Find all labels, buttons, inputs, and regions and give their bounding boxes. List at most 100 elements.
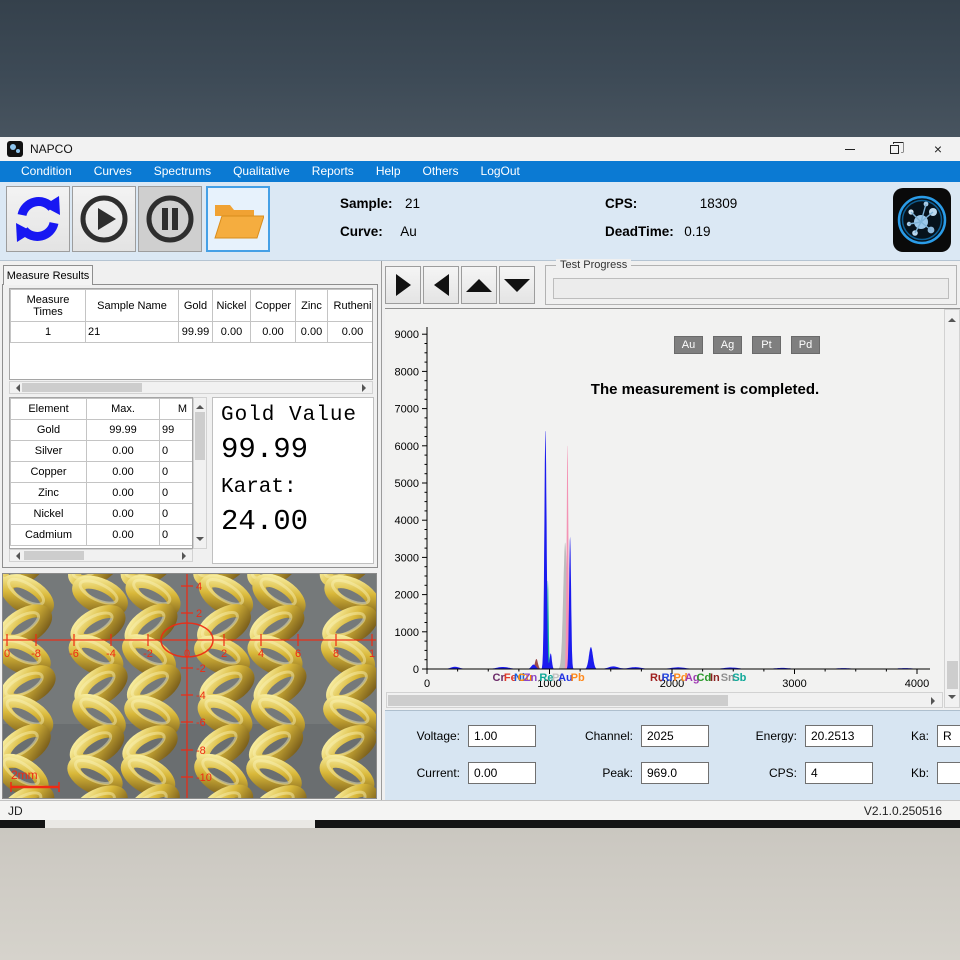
element-table: ElementMax.MGold99.9999Silver0.000Copper… bbox=[9, 397, 193, 549]
nav-down-button[interactable] bbox=[499, 266, 535, 304]
menu-item-qualitative[interactable]: Qualitative bbox=[222, 161, 301, 182]
cps-label: CPS: bbox=[605, 196, 637, 211]
test-progress-label: Test Progress bbox=[556, 259, 631, 271]
deadtime-block: DeadTime: 0.19 bbox=[605, 223, 711, 241]
menu-item-logout[interactable]: LogOut bbox=[470, 161, 531, 182]
field-input-ka[interactable]: R bbox=[937, 725, 960, 747]
deadtime-value: 0.19 bbox=[684, 224, 710, 239]
field-label-channel: Channel: bbox=[563, 729, 633, 743]
table-row[interactable]: Cadmium0.000 bbox=[11, 525, 194, 546]
menu-item-curves[interactable]: Curves bbox=[83, 161, 143, 182]
x-tick-label: 0 bbox=[424, 678, 430, 690]
field-input-voltage[interactable]: 1.00 bbox=[468, 725, 536, 747]
legend-button-au[interactable]: Au bbox=[674, 336, 703, 354]
element-cell: Copper bbox=[11, 462, 87, 483]
table-row[interactable]: Nickel0.000 bbox=[11, 504, 194, 525]
crosshair-h-label: 4 bbox=[258, 648, 264, 660]
element-header-row: ElementMax.M bbox=[11, 399, 194, 420]
y-tick-label: 0 bbox=[413, 664, 419, 676]
pause-button[interactable] bbox=[138, 186, 202, 252]
element-vscrollbar[interactable] bbox=[193, 397, 207, 549]
menu-item-spectrums[interactable]: Spectrums bbox=[143, 161, 222, 182]
results-hscrollbar[interactable] bbox=[9, 381, 373, 394]
results-col-header[interactable]: Sample Name bbox=[86, 290, 179, 322]
legend-button-pt[interactable]: Pt bbox=[752, 336, 781, 354]
results-col-header[interactable]: Gold bbox=[179, 290, 213, 322]
chart-vscrollbar[interactable] bbox=[944, 309, 960, 708]
legend-button-pd[interactable]: Pd bbox=[791, 336, 820, 354]
y-tick-label: 4000 bbox=[395, 515, 419, 527]
results-cell: 99.99 bbox=[179, 322, 213, 343]
element-cell: Gold bbox=[11, 420, 87, 441]
results-col-header[interactable]: Measure Times bbox=[11, 290, 86, 322]
test-progress-group: Test Progress bbox=[545, 265, 957, 305]
table-row[interactable]: Copper0.000 bbox=[11, 462, 194, 483]
desktop: NAPCO × ConditionCurvesSpectrumsQualitat… bbox=[0, 0, 960, 960]
molecule-icon bbox=[893, 188, 951, 252]
karat-label: Karat: bbox=[221, 476, 369, 499]
nav-left-button[interactable] bbox=[423, 266, 459, 304]
menu-item-reports[interactable]: Reports bbox=[301, 161, 365, 182]
menu-item-help[interactable]: Help bbox=[365, 161, 412, 182]
play-button[interactable] bbox=[72, 186, 136, 252]
panel-divider bbox=[381, 261, 382, 800]
y-tick-label: 8000 bbox=[395, 366, 419, 378]
nav-right-button[interactable] bbox=[385, 266, 421, 304]
taskbar-edge-light bbox=[45, 820, 315, 828]
deadtime-label: DeadTime: bbox=[605, 224, 674, 239]
crosshair-h-label: -6 bbox=[69, 648, 79, 660]
results-cell: 0.00 bbox=[328, 322, 374, 343]
pause-icon bbox=[144, 193, 196, 245]
results-col-header[interactable]: Zinc bbox=[296, 290, 328, 322]
gold-value-number: 99.99 bbox=[221, 433, 369, 466]
menu-bar: ConditionCurvesSpectrumsQualitativeRepor… bbox=[0, 161, 960, 182]
results-col-header[interactable]: Nickel bbox=[213, 290, 251, 322]
table-row[interactable]: Gold99.9999 bbox=[11, 420, 194, 441]
chart-hscrollbar[interactable] bbox=[386, 692, 943, 708]
crosshair-h-label: 1 bbox=[369, 648, 375, 660]
field-label-cps: CPS: bbox=[727, 766, 797, 780]
x-tick-label: 4000 bbox=[905, 678, 929, 690]
cps-block: CPS: 18309 bbox=[605, 195, 737, 213]
results-col-header[interactable]: Copper bbox=[251, 290, 296, 322]
element-col-header[interactable]: M bbox=[160, 399, 194, 420]
sample-camera-view: 0-8-6-4-202468142-2-4-6-8-102mm bbox=[2, 573, 377, 799]
element-cell: Zinc bbox=[11, 483, 87, 504]
right-triangle-icon bbox=[396, 274, 411, 296]
menu-item-condition[interactable]: Condition bbox=[10, 161, 83, 182]
element-marker-cd: Cd bbox=[697, 672, 712, 684]
refresh-button[interactable] bbox=[6, 186, 70, 252]
field-input-kb[interactable] bbox=[937, 762, 960, 784]
series-Au bbox=[427, 431, 943, 669]
tab-measure-results[interactable]: Measure Results bbox=[3, 265, 93, 285]
element-col-header[interactable]: Max. bbox=[87, 399, 160, 420]
down-triangle-icon bbox=[504, 279, 530, 292]
field-input-current[interactable]: 0.00 bbox=[468, 762, 536, 784]
legend-button-ag[interactable]: Ag bbox=[713, 336, 742, 354]
spectrum-plot: 0100020003000400050006000700080009000010… bbox=[385, 309, 943, 691]
restore-icon[interactable] bbox=[876, 137, 912, 161]
results-cell: 0.00 bbox=[251, 322, 296, 343]
crosshair-h-label: 0 bbox=[184, 648, 190, 660]
y-tick-label: 2000 bbox=[395, 590, 419, 602]
table-row[interactable]: 12199.990.000.000.000.00 bbox=[11, 322, 374, 343]
field-input-peak[interactable]: 969.0 bbox=[641, 762, 709, 784]
gold-value-panel: Gold Value 99.99 Karat: 24.00 bbox=[212, 397, 374, 564]
curve-block: Curve: Au bbox=[340, 223, 417, 241]
menu-item-others[interactable]: Others bbox=[412, 161, 470, 182]
minimize-icon[interactable] bbox=[832, 137, 868, 161]
element-col-header[interactable]: Element bbox=[11, 399, 87, 420]
element-cell: 0 bbox=[160, 441, 194, 462]
table-row[interactable]: Silver0.000 bbox=[11, 441, 194, 462]
results-col-header[interactable]: Rutheni bbox=[328, 290, 374, 322]
table-row[interactable]: Zinc0.000 bbox=[11, 483, 194, 504]
folder-open-icon bbox=[212, 197, 264, 241]
play-icon bbox=[78, 193, 130, 245]
nav-up-button[interactable] bbox=[461, 266, 497, 304]
field-input-channel[interactable]: 2025 bbox=[641, 725, 709, 747]
element-hscrollbar[interactable] bbox=[9, 549, 193, 562]
crosshair-v-label: 4 bbox=[196, 581, 202, 593]
close-icon[interactable]: × bbox=[920, 137, 956, 161]
open-folder-button[interactable] bbox=[206, 186, 270, 252]
toolbar: Sample: 21 Curve: Au CPS: 18309 DeadTime… bbox=[0, 182, 960, 261]
